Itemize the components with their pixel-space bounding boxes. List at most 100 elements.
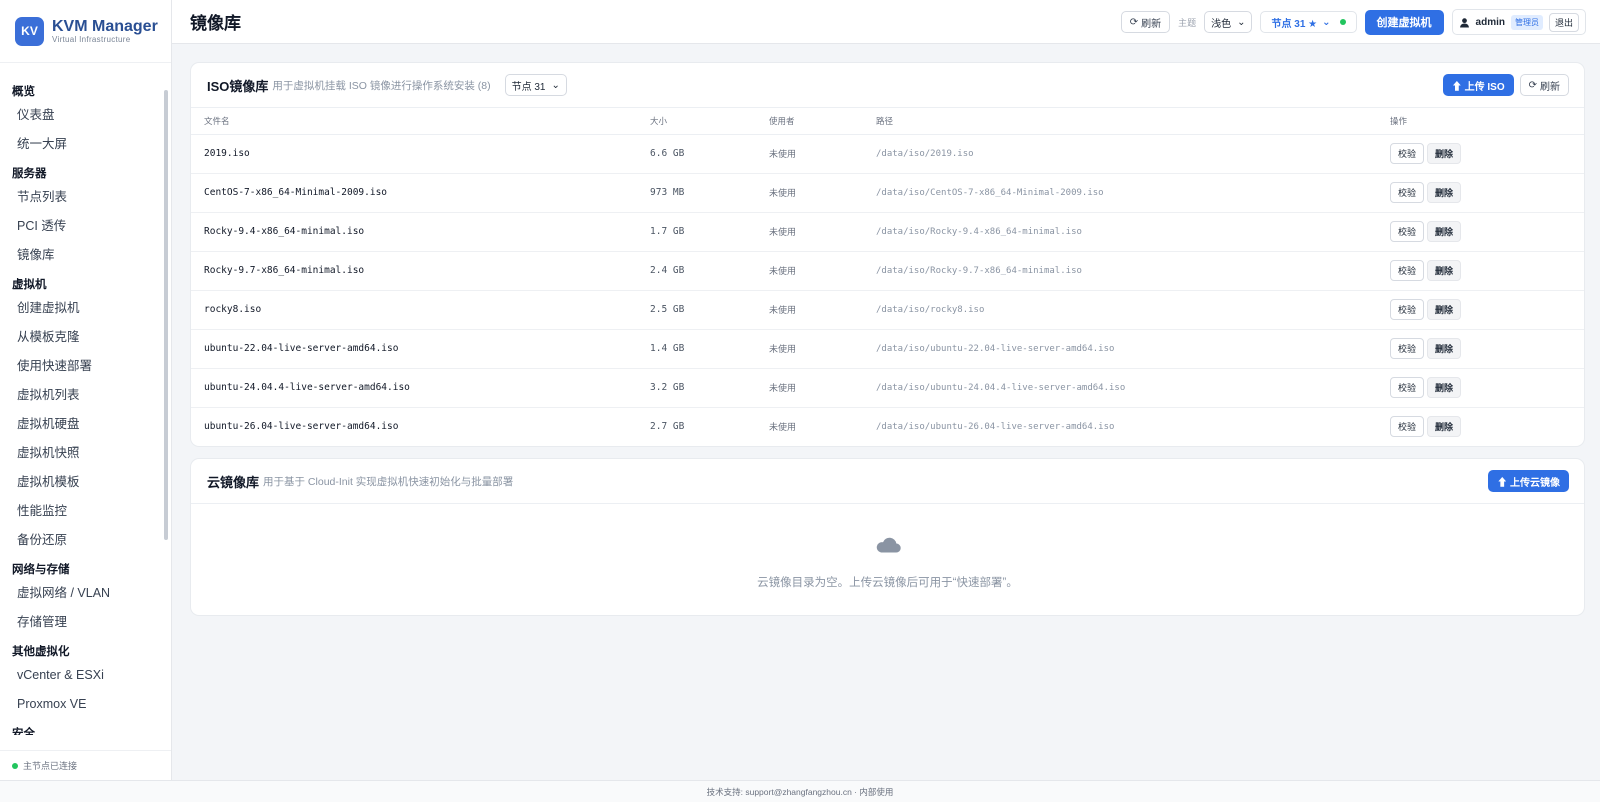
- delete-button[interactable]: 删除: [1427, 299, 1462, 320]
- node-selector[interactable]: 节点 31 ★ ⌄: [1260, 11, 1357, 33]
- sidebar-item[interactable]: 虚拟机硬盘: [0, 410, 171, 439]
- topbar: 镜像库 ⟳ 刷新 主题 浅色 ⌄ 节点 31 ★ ⌄ 创建虚拟机 admin 管…: [172, 0, 1600, 44]
- iso-usage: 未使用: [769, 422, 797, 433]
- iso-filename: Rocky-9.7-x86_64-minimal.iso: [191, 251, 637, 291]
- verify-button[interactable]: 校验: [1390, 221, 1425, 242]
- iso-size: 1.4 GB: [637, 329, 756, 369]
- iso-size: 3.2 GB: [637, 368, 756, 408]
- sidebar-item[interactable]: Proxmox VE: [0, 690, 171, 719]
- sidebar-item[interactable]: 镜像库: [0, 241, 171, 270]
- cloud-icon: [876, 537, 901, 553]
- iso-refresh-label: 刷新: [1540, 81, 1560, 93]
- iso-usage: 未使用: [756, 368, 863, 408]
- iso-actions: 校验 删除: [1377, 329, 1584, 369]
- iso-size: 2.7 GB: [650, 421, 685, 433]
- iso-actions: 校验 删除: [1377, 290, 1584, 330]
- iso-card-description: 用于虚拟机挂载 ISO 镜像进行操作系统安装 (8): [272, 79, 491, 92]
- iso-size: 2.4 GB: [637, 251, 756, 291]
- iso-node-select-value: 节点 31: [511, 81, 546, 93]
- sidebar-item[interactable]: 创建虚拟机: [0, 294, 171, 323]
- cloud-empty-message: 云镜像目录为空。上传云镜像后可用于“快速部署”。: [757, 577, 1018, 589]
- iso-filename: Rocky-9.4-x86_64-minimal.iso: [191, 212, 637, 252]
- upload-iso-button[interactable]: ⬆ 上传 ISO: [1442, 74, 1514, 96]
- user-menu[interactable]: admin 管理员 退出: [1451, 9, 1586, 35]
- iso-path: /data/iso/CentOS-7-x86_64-Minimal-2009.i…: [863, 173, 1377, 213]
- sidebar-item[interactable]: 从模板克隆: [0, 323, 171, 352]
- iso-filename: 2019.iso: [191, 134, 637, 174]
- chevron-down-icon: ⌄: [1237, 16, 1246, 28]
- sidebar-scrollbar[interactable]: [164, 90, 168, 540]
- node-status-dot-icon: [1339, 19, 1346, 25]
- sidebar-item[interactable]: 性能监控: [0, 497, 171, 526]
- table-row: Rocky-9.4-x86_64-minimal.iso 1.7 GB 未使用 …: [191, 212, 1584, 252]
- col-header-usage[interactable]: 使用者: [756, 108, 863, 135]
- iso-path: /data/iso/Rocky-9.7-x86_64-minimal.iso: [863, 251, 1377, 291]
- sidebar-nav: 概览仪表盘 统一大屏服务器节点列表 PCI 透传 镜像库虚拟机创建虚拟机 从模板克隆 使用…: [0, 63, 171, 735]
- sidebar-item[interactable]: 统一大屏: [0, 130, 171, 159]
- verify-button[interactable]: 校验: [1390, 182, 1425, 203]
- header-refresh-label: 刷新: [1141, 18, 1162, 30]
- sidebar-group-title: 虚拟机: [12, 279, 47, 291]
- verify-button[interactable]: 校验: [1390, 377, 1425, 398]
- sidebar-group-title: 安全: [12, 728, 35, 735]
- sidebar-item[interactable]: 备份还原: [0, 526, 171, 555]
- sidebar-item[interactable]: 节点列表: [0, 183, 171, 212]
- delete-button[interactable]: 删除: [1427, 260, 1462, 281]
- theme-select[interactable]: 浅色 ⌄: [1204, 11, 1253, 33]
- sidebar-item[interactable]: 虚拟机快照: [0, 439, 171, 468]
- upload-cloud-image-button[interactable]: ⬆ 上传云镜像: [1488, 470, 1569, 492]
- create-vm-button[interactable]: 创建虚拟机: [1364, 9, 1444, 35]
- page-title: 镜像库: [190, 14, 241, 33]
- verify-button[interactable]: 校验: [1390, 416, 1425, 438]
- sidebar-group-title: 概览: [12, 86, 35, 98]
- table-row: ubuntu-24.04.4-live-server-amd64.iso 3.2…: [191, 368, 1584, 408]
- verify-button[interactable]: 校验: [1390, 299, 1425, 320]
- delete-button[interactable]: 删除: [1427, 143, 1462, 164]
- iso-refresh-button[interactable]: ⟳ 刷新: [1519, 74, 1569, 96]
- iso-usage: 未使用: [756, 134, 863, 174]
- header-refresh-button[interactable]: ⟳ 刷新: [1120, 11, 1171, 33]
- theme-label: 主题: [1178, 17, 1197, 28]
- iso-library-card: ISO镜像库 用于虚拟机挂载 ISO 镜像进行操作系统安装 (8) 节点 31 …: [191, 63, 1584, 446]
- sidebar-item[interactable]: PCI 透传: [0, 212, 171, 241]
- iso-size: 6.6 GB: [637, 134, 756, 174]
- sidebar-item[interactable]: 虚拟机模板: [0, 468, 171, 497]
- logout-button[interactable]: 退出: [1548, 12, 1579, 32]
- status-dot-icon: [12, 762, 18, 769]
- delete-button[interactable]: 删除: [1427, 416, 1462, 438]
- iso-card-title: ISO镜像库: [207, 78, 269, 94]
- sidebar-group-title: 其他虚拟化: [12, 646, 70, 658]
- footer: 技术支持: support@zhangfangzhou.cn · 内部使用: [0, 780, 1600, 802]
- sidebar-item[interactable]: vCenter & ESXi: [0, 661, 171, 690]
- iso-node-select[interactable]: 节点 31 ⌄: [504, 74, 567, 96]
- iso-actions: 校验 删除: [1377, 173, 1584, 213]
- iso-filename: ubuntu-26.04-live-server-amd64.iso: [204, 421, 399, 433]
- delete-button[interactable]: 删除: [1427, 338, 1462, 359]
- iso-path: /data/iso/ubuntu-26.04-live-server-amd64…: [876, 421, 1115, 432]
- verify-button[interactable]: 校验: [1390, 260, 1425, 281]
- col-header-path[interactable]: 路径: [863, 108, 1377, 135]
- brand[interactable]: KV KVM Manager Virtual Infrastructure: [0, 0, 171, 63]
- sidebar-item[interactable]: 虚拟网络 / VLAN: [0, 579, 171, 608]
- col-header-size[interactable]: 大小: [637, 108, 756, 135]
- sidebar-item[interactable]: 虚拟机列表: [0, 381, 171, 410]
- col-header-filename[interactable]: 文件名: [191, 108, 637, 135]
- verify-button[interactable]: 校验: [1390, 338, 1425, 359]
- brand-logo: KV: [15, 16, 44, 46]
- iso-usage: 未使用: [756, 290, 863, 330]
- iso-actions: 校验 删除: [1377, 212, 1584, 252]
- user-icon: [1459, 17, 1469, 28]
- iso-size: 973 MB: [637, 173, 756, 213]
- delete-button[interactable]: 删除: [1427, 377, 1462, 398]
- sidebar-group-title: 服务器: [12, 168, 47, 180]
- connection-status-text: 主节点已连接: [23, 761, 78, 771]
- sidebar-item[interactable]: 仪表盘: [0, 101, 171, 130]
- sidebar-item[interactable]: 存储管理: [0, 608, 171, 637]
- verify-button[interactable]: 校验: [1390, 143, 1425, 164]
- iso-path: /data/iso/ubuntu-22.04-live-server-amd64…: [863, 329, 1377, 369]
- iso-filename: ubuntu-22.04-live-server-amd64.iso: [191, 329, 637, 369]
- sidebar-item[interactable]: 使用快速部署: [0, 352, 171, 381]
- delete-button[interactable]: 删除: [1427, 182, 1462, 203]
- delete-button[interactable]: 删除: [1427, 221, 1462, 242]
- iso-size: 1.7 GB: [637, 212, 756, 252]
